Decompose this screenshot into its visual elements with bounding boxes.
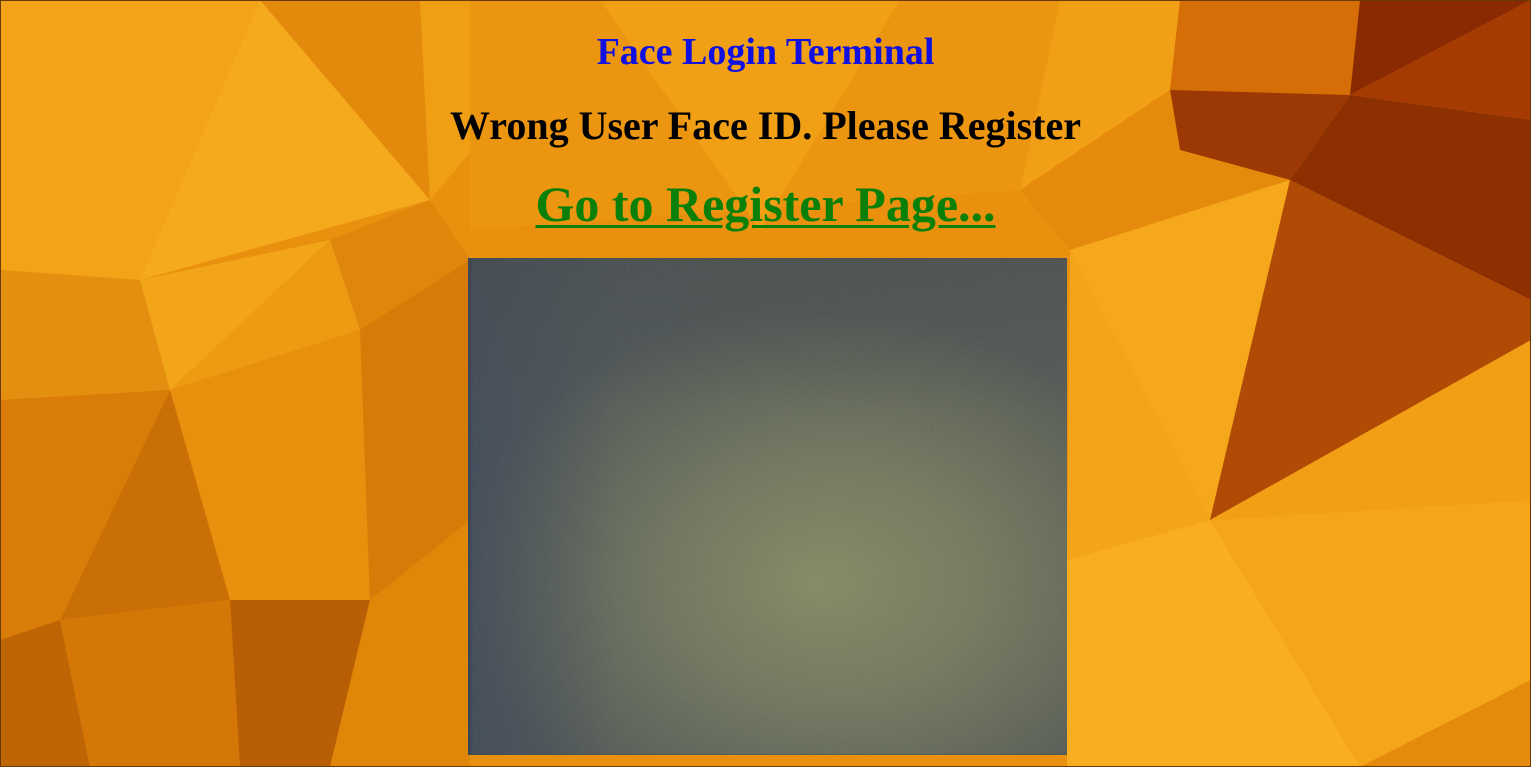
- error-message: Wrong User Face ID. Please Register: [450, 103, 1081, 148]
- camera-noise: [468, 258, 1067, 755]
- webcam-feed: [468, 258, 1067, 755]
- register-link-container: Go to Register Page...: [0, 174, 1531, 234]
- page-title: Face Login Terminal: [596, 31, 935, 73]
- register-page-link[interactable]: Go to Register Page...: [535, 176, 995, 232]
